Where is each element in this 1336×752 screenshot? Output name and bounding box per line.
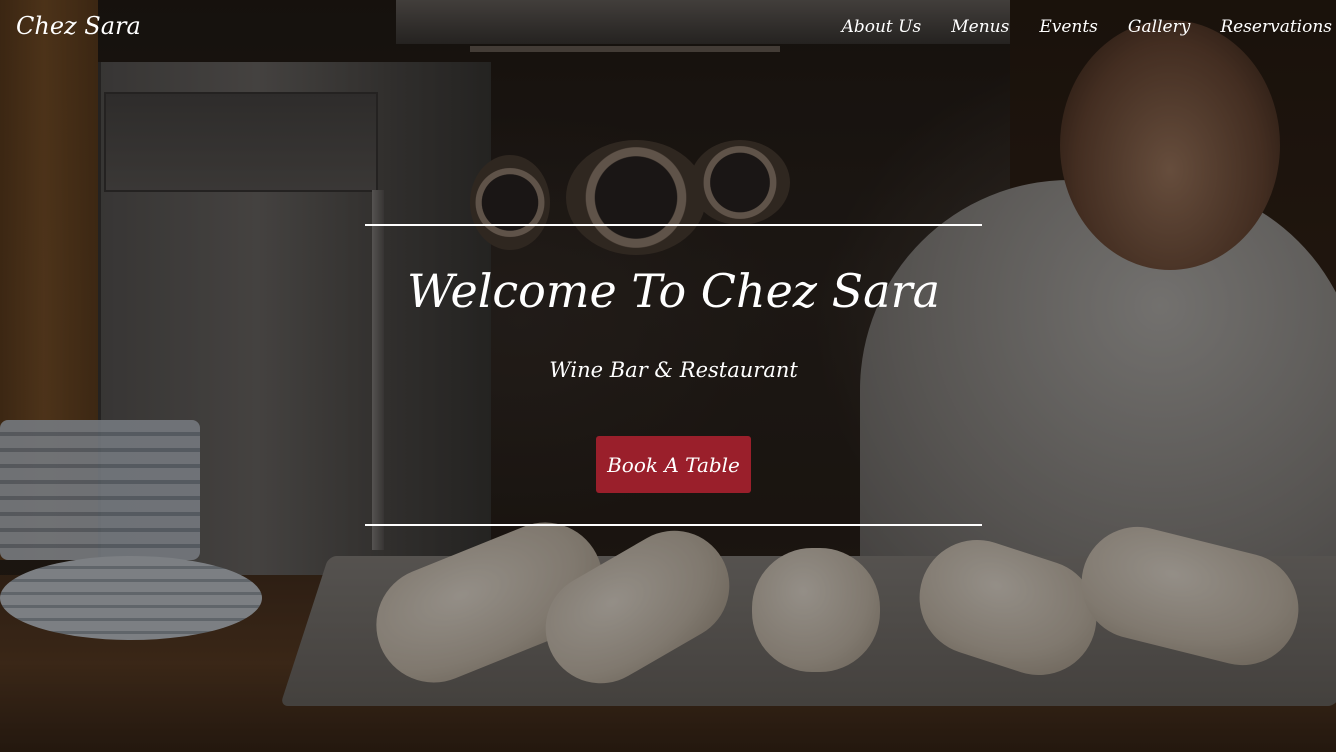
hero-bottom-divider [365,524,982,526]
nav-link-about-us[interactable]: About Us [842,17,922,37]
hero-top-divider [365,224,982,226]
main-nav: About Us Menus Events Gallery Reservatio… [842,17,1332,37]
nav-link-menus[interactable]: Menus [951,17,1009,37]
hero-subtitle: Wine Bar & Restaurant [549,358,798,382]
hero-section: Welcome To Chez Sara Wine Bar & Restaura… [365,224,982,526]
brand-logo-link[interactable]: Chez Sara [16,12,141,40]
nav-link-events[interactable]: Events [1039,17,1098,37]
book-a-table-button[interactable]: Book A Table [596,436,751,493]
nav-item-menus: Menus [951,17,1009,37]
landing-page: Chez Sara About Us Menus Events Gallery … [0,0,1336,752]
nav-item-gallery: Gallery [1128,17,1190,37]
hero-title: Welcome To Chez Sara [406,264,941,318]
nav-link-reservations[interactable]: Reservations [1220,17,1332,37]
nav-item-reservations: Reservations [1220,17,1332,37]
nav-item-events: Events [1039,17,1098,37]
nav-item-about-us: About Us [842,17,922,37]
nav-link-gallery[interactable]: Gallery [1128,17,1190,37]
